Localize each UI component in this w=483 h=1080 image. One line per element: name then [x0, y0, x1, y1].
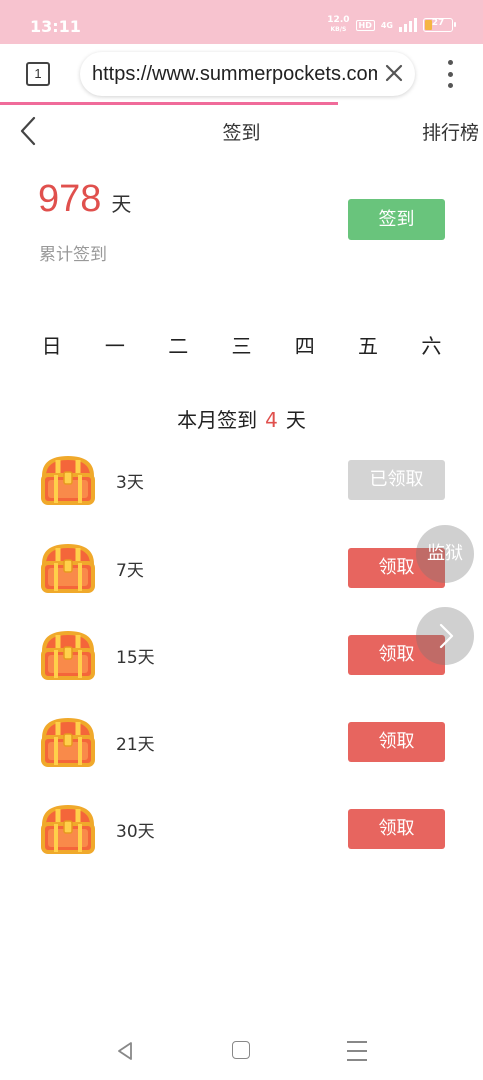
network-speed: 12.0 KB/S — [327, 15, 350, 34]
reward-row: 7天 领取 — [0, 540, 483, 600]
reward-row: 15天 领取 — [0, 627, 483, 687]
weekday-fri: 五 — [358, 334, 379, 358]
month-count-number: 4 — [265, 408, 278, 432]
address-bar[interactable]: https://www.summerpockets.com — [80, 52, 415, 96]
reward-days: 21天 — [116, 735, 155, 755]
jail-float-button[interactable]: 监狱 — [416, 525, 474, 583]
browser-toolbar: 1 https://www.summerpockets.com — [0, 44, 483, 104]
nav-home-icon[interactable] — [232, 1041, 250, 1059]
status-time: 13:11 — [30, 17, 81, 36]
page-header: 签到 排行榜 — [0, 108, 483, 154]
treasure-chest-icon — [38, 627, 98, 683]
nav-back-icon[interactable] — [114, 1040, 136, 1062]
total-days-label: 累计签到 — [39, 245, 107, 265]
month-suffix: 天 — [285, 408, 306, 432]
weekday-thu: 四 — [294, 334, 315, 358]
reward-days: 30天 — [116, 822, 155, 842]
weekday-tue: 二 — [168, 334, 189, 358]
more-vertical-icon[interactable] — [440, 60, 460, 88]
system-nav-bar — [0, 1024, 483, 1080]
reward-days: 15天 — [116, 648, 155, 668]
close-icon[interactable] — [383, 62, 405, 84]
month-signin-count: 本月签到 4 天 — [0, 404, 483, 433]
reward-days: 7天 — [116, 561, 144, 581]
claimed-button[interactable]: 已领取 — [348, 460, 445, 500]
reward-row: 30天 领取 — [0, 801, 483, 861]
claim-button[interactable]: 领取 — [348, 722, 445, 762]
leaderboard-link[interactable]: 排行榜 — [422, 118, 479, 145]
total-days-count: 978 — [38, 178, 102, 220]
weekday-sun: 日 — [41, 334, 62, 358]
treasure-chest-icon — [38, 452, 98, 508]
weekday-header: 日 一 二 三 四 五 六 — [20, 330, 463, 359]
status-indicators: 12.0 KB/S HD 4G 27 — [327, 15, 456, 34]
claim-button[interactable]: 领取 — [348, 809, 445, 849]
weekday-mon: 一 — [104, 334, 125, 358]
url-text[interactable]: https://www.summerpockets.com — [92, 63, 377, 86]
hd-badge: HD — [355, 19, 375, 31]
chevron-right-icon — [439, 623, 454, 649]
total-days: 978 天 — [38, 178, 131, 221]
battery-level: 27 — [431, 18, 445, 28]
reward-row: 3天 已领取 — [0, 452, 483, 512]
page-load-progress — [0, 102, 338, 105]
reward-row: 21天 领取 — [0, 714, 483, 774]
month-prefix: 本月签到 — [177, 408, 258, 432]
signal-icon — [399, 18, 417, 32]
next-float-button[interactable] — [416, 607, 474, 665]
nav-recents-icon[interactable] — [347, 1041, 367, 1061]
treasure-chest-icon — [38, 540, 98, 596]
status-bar: 13:11 12.0 KB/S HD 4G 27 — [0, 0, 483, 44]
battery-icon: 27 — [423, 18, 456, 32]
network-type: 4G — [380, 20, 393, 30]
reward-days: 3天 — [116, 473, 144, 493]
treasure-chest-icon — [38, 714, 98, 770]
total-days-unit: 天 — [111, 192, 132, 216]
weekday-sat: 六 — [421, 334, 442, 358]
weekday-wed: 三 — [231, 334, 252, 358]
signin-button[interactable]: 签到 — [348, 199, 445, 240]
page-title: 签到 — [222, 122, 261, 144]
tab-switcher-button[interactable]: 1 — [26, 62, 50, 86]
treasure-chest-icon — [38, 801, 98, 857]
